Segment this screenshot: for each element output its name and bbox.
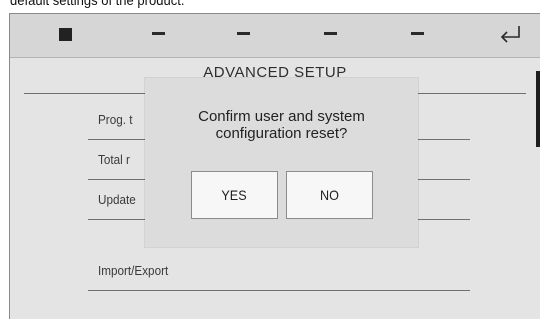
device-screen: ADVANCED SETUP Prog. t Total r Update Im… [9, 13, 540, 319]
no-button[interactable]: NO [286, 171, 373, 219]
dialog-message: Confirm user and system configuration re… [145, 108, 418, 142]
dialog-message-line-2: configuration reset? [215, 125, 348, 142]
yes-button[interactable]: YES [191, 171, 278, 219]
no-button-label: NO [320, 187, 339, 203]
modal-overlay: Confirm user and system configuration re… [10, 14, 540, 319]
document-caption: default settings of the product. [10, 0, 185, 8]
yes-button-label: YES [221, 187, 248, 203]
confirm-reset-dialog: Confirm user and system configuration re… [145, 78, 418, 247]
dialog-message-line-1: Confirm user and system [198, 108, 365, 125]
